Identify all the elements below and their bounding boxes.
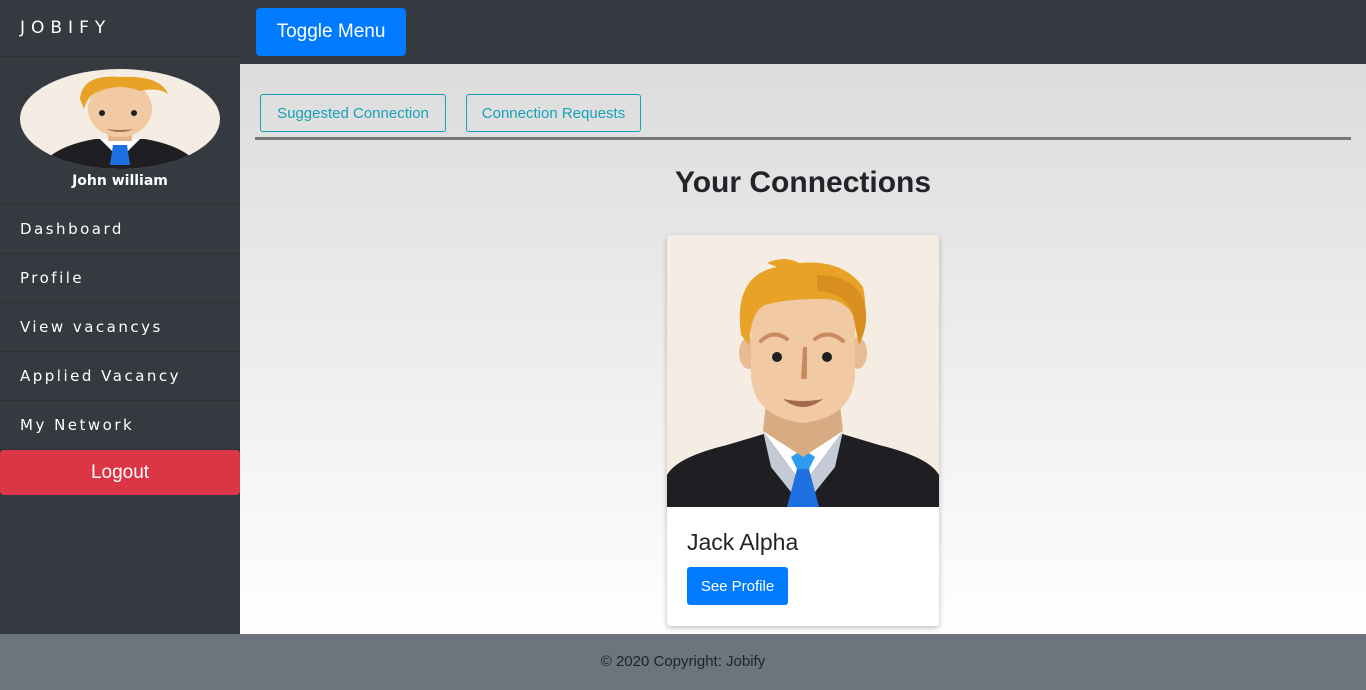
logout-button[interactable]: Logout xyxy=(0,450,240,495)
connection-card: Jack Alpha See Profile xyxy=(667,235,939,626)
footer: © 2020 Copyright: Jobify xyxy=(0,634,1366,690)
connection-avatar xyxy=(667,235,939,507)
see-profile-button[interactable]: See Profile xyxy=(687,567,788,605)
sidebar-item-dashboard[interactable]: Dashboard xyxy=(0,205,240,254)
sidebar-item-profile[interactable]: Profile xyxy=(0,254,240,303)
tab-suggested-connection[interactable]: Suggested Connection xyxy=(260,94,446,132)
divider xyxy=(255,137,1351,140)
page-title: Your Connections xyxy=(674,166,932,199)
sidebar-item-my-network[interactable]: My Network xyxy=(0,401,240,450)
sidebar: JOBIFY John william Dashboard Profile Vi… xyxy=(0,0,240,634)
copyright-text: © 2020 Copyright: Jobify xyxy=(600,653,766,670)
user-avatar xyxy=(20,69,220,169)
user-name: John william xyxy=(72,173,168,189)
tab-connection-requests[interactable]: Connection Requests xyxy=(466,94,641,132)
top-navbar: Toggle Menu xyxy=(240,0,1366,64)
toggle-menu-button[interactable]: Toggle Menu xyxy=(256,8,406,56)
sidebar-item-view-vacancies[interactable]: View vacancys xyxy=(0,303,240,352)
brand-logo[interactable]: JOBIFY xyxy=(0,0,240,57)
sidebar-profile: John william xyxy=(0,57,240,205)
main-content: Suggested Connection Connection Requests… xyxy=(240,64,1366,634)
sidebar-item-applied-vacancy[interactable]: Applied Vacancy xyxy=(0,352,240,401)
connection-name: Jack Alpha xyxy=(687,529,799,555)
